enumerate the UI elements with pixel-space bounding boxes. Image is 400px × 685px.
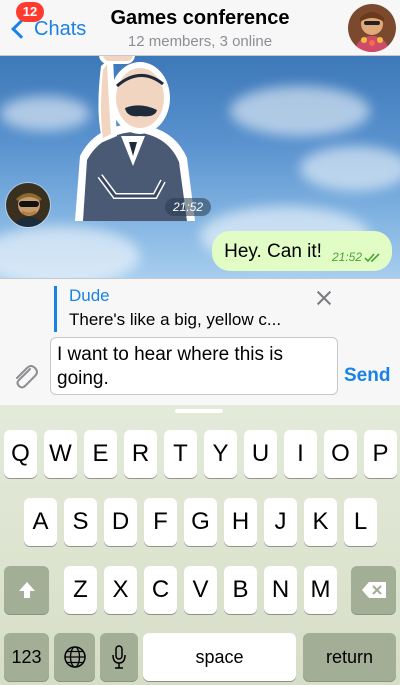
keyboard-handle[interactable] (175, 409, 223, 413)
message-list[interactable]: 21:52 Hey. Can it! 21:52 (0, 56, 400, 278)
outgoing-message[interactable]: Hey. Can it! 21:52 (212, 231, 392, 271)
chevron-left-icon (11, 19, 31, 39)
key-l[interactable]: L (344, 498, 377, 546)
key-o[interactable]: O (324, 430, 357, 478)
double-check-icon (364, 252, 380, 262)
chat-subtitle: 12 members, 3 online (127, 33, 273, 50)
shift-key[interactable] (4, 566, 49, 614)
chat-header: Chats 12 Games conference 12 members, 3 … (0, 0, 400, 56)
back-label: Chats (34, 17, 87, 40)
outgoing-message-meta: 21:52 (332, 250, 382, 264)
chat-title-area[interactable]: Games conference 12 members, 3 online (90, 7, 310, 50)
key-e[interactable]: E (84, 430, 117, 478)
unread-badge: 12 (16, 2, 44, 22)
space-key[interactable]: space (143, 633, 296, 681)
numbers-key[interactable]: 123 (4, 633, 49, 681)
keyboard: Q W E R T Y U I O P A S D F G H J K L Z … (0, 405, 400, 685)
shift-icon (18, 582, 35, 598)
key-c[interactable]: C (144, 566, 177, 614)
key-f[interactable]: F (144, 498, 177, 546)
reply-author: Dude (69, 286, 110, 305)
key-w[interactable]: W (44, 430, 77, 478)
outgoing-message-time: 21:52 (331, 250, 362, 264)
key-i[interactable]: I (284, 430, 317, 478)
key-k[interactable]: K (304, 498, 337, 546)
globe-key[interactable] (54, 633, 95, 681)
key-j[interactable]: J (264, 498, 297, 546)
microphone-icon (112, 645, 126, 669)
key-d[interactable]: D (104, 498, 137, 546)
key-v[interactable]: V (184, 566, 217, 614)
composer-panel: Dude There's like a big, yellow c... I w… (0, 278, 400, 405)
chat-title: Games conference (110, 7, 290, 29)
key-h[interactable]: H (224, 498, 257, 546)
globe-icon (63, 646, 86, 668)
key-q[interactable]: Q (4, 430, 37, 478)
key-s[interactable]: S (64, 498, 97, 546)
key-m[interactable]: M (304, 566, 337, 614)
key-b[interactable]: B (224, 566, 257, 614)
sender-avatar[interactable] (5, 182, 51, 228)
key-y[interactable]: Y (204, 430, 237, 478)
key-u[interactable]: U (244, 430, 277, 478)
group-avatar[interactable] (348, 4, 396, 52)
reply-snippet: There's like a big, yellow c... (69, 310, 282, 329)
dictation-key[interactable] (100, 633, 138, 681)
return-key[interactable]: return (303, 633, 396, 681)
sticker-timestamp: 21:52 (165, 198, 212, 216)
backspace-icon (361, 582, 386, 598)
key-g[interactable]: G (184, 498, 217, 546)
backspace-key[interactable] (351, 566, 396, 614)
outgoing-message-text: Hey. Can it! (224, 241, 322, 262)
close-reply-icon[interactable] (314, 289, 334, 309)
reply-preview[interactable]: Dude There's like a big, yellow c... (54, 286, 354, 332)
key-z[interactable]: Z (64, 566, 97, 614)
key-n[interactable]: N (264, 566, 297, 614)
key-t[interactable]: T (164, 430, 197, 478)
attach-icon[interactable] (10, 361, 40, 391)
key-p[interactable]: P (364, 430, 397, 478)
facepalm-sticker[interactable] (45, 56, 220, 221)
send-button[interactable]: Send (344, 365, 390, 387)
key-x[interactable]: X (104, 566, 137, 614)
key-r[interactable]: R (124, 430, 157, 478)
message-input[interactable]: I want to hear where this is going. (50, 337, 338, 395)
key-a[interactable]: A (24, 498, 57, 546)
